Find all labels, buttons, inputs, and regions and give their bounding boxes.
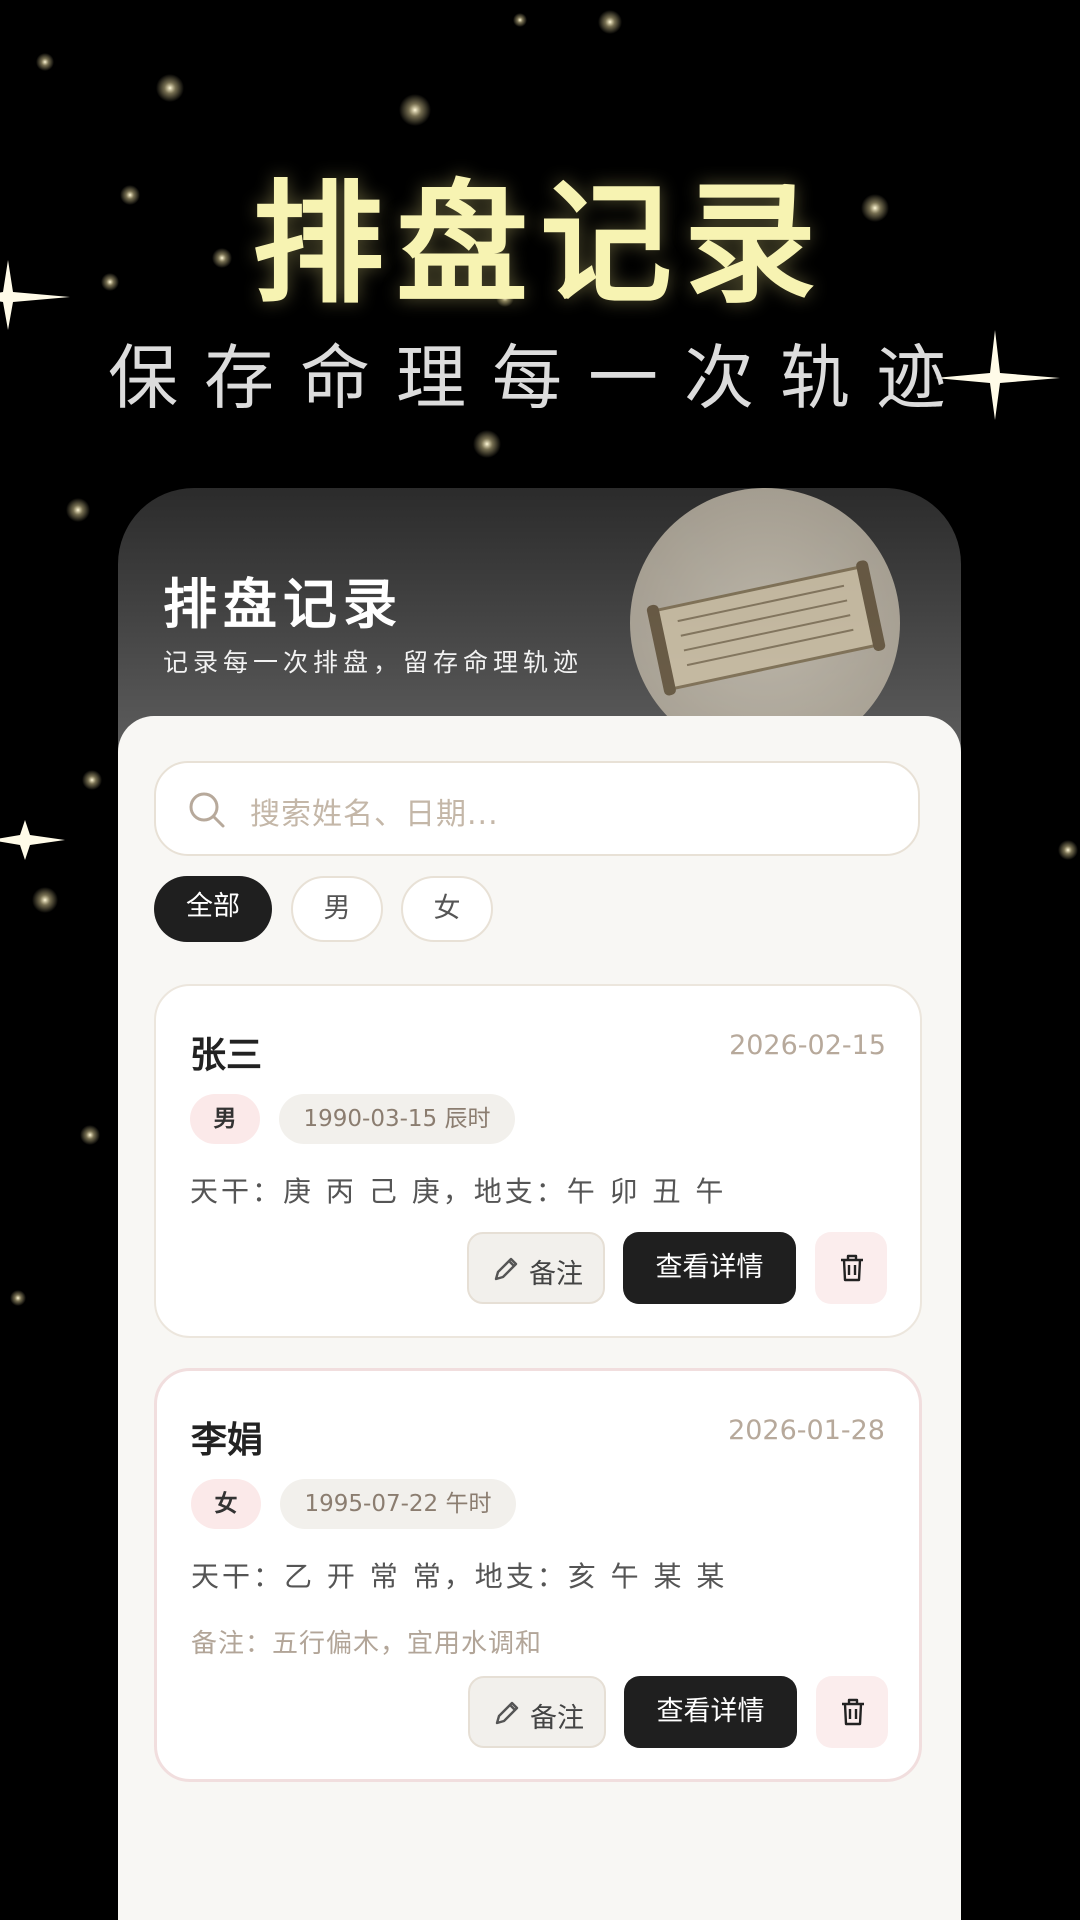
birth-tag: 1995-07-22 午时 (280, 1479, 516, 1529)
view-detail-button[interactable]: 查看详情 (623, 1232, 796, 1304)
note-button-label: 备注 (530, 1703, 584, 1734)
record-card[interactable]: 张三 2026-02-15 男 1990-03-15 辰时 天干：庚 丙 己 庚… (154, 984, 922, 1338)
record-note: 备注：五行偏木，宜用水调和 (191, 1629, 543, 1659)
record-date: 2026-01-28 (728, 1415, 885, 1446)
ganzhi-text: 天干：庚 丙 己 庚，地支：午 卯 丑 午 (190, 1175, 727, 1208)
view-detail-button[interactable]: 查看详情 (624, 1676, 797, 1748)
note-button[interactable]: 备注 (468, 1676, 606, 1748)
page-subtitle: 记录每一次排盘，留存命理轨迹 (163, 648, 584, 677)
note-button[interactable]: 备注 (467, 1232, 605, 1304)
gender-tag: 男 (190, 1094, 260, 1144)
record-name: 李娟 (191, 1420, 264, 1461)
filter-all[interactable]: 全部 (154, 876, 272, 942)
ganzhi-text: 天干：乙 开 常 常，地支：亥 午 某 某 (191, 1560, 728, 1593)
delete-button[interactable] (816, 1676, 888, 1748)
search-placeholder: 搜索姓名、日期... (250, 797, 499, 832)
hero-subtitle: 保存命理每一次轨迹 (108, 337, 972, 419)
birth-tag: 1990-03-15 辰时 (279, 1094, 515, 1144)
note-button-label: 备注 (529, 1259, 583, 1290)
records-panel: 搜索姓名、日期... 全部 男 女 张三 2026-02-15 男 1990-0… (118, 716, 961, 1920)
pencil-icon (495, 1701, 519, 1725)
trash-icon (842, 1698, 864, 1726)
record-date: 2026-02-15 (729, 1030, 886, 1061)
filter-female[interactable]: 女 (401, 876, 493, 942)
pencil-icon (494, 1257, 518, 1281)
record-card[interactable]: 李娟 2026-01-28 女 1995-07-22 午时 天干：乙 开 常 常… (154, 1368, 922, 1782)
app-screen: 排盘记录 记录每一次排盘，留存命理轨迹 搜索姓名、日期... 全部 男 女 张三… (118, 488, 961, 1920)
search-icon (189, 792, 225, 828)
filter-male[interactable]: 男 (291, 876, 383, 942)
search-input[interactable]: 搜索姓名、日期... (154, 761, 920, 856)
record-name: 张三 (190, 1035, 263, 1076)
hero-title: 排盘记录 (252, 168, 828, 322)
page-title: 排盘记录 (163, 573, 403, 636)
trash-icon (841, 1254, 863, 1282)
delete-button[interactable] (815, 1232, 887, 1304)
gender-tag: 女 (191, 1479, 261, 1529)
